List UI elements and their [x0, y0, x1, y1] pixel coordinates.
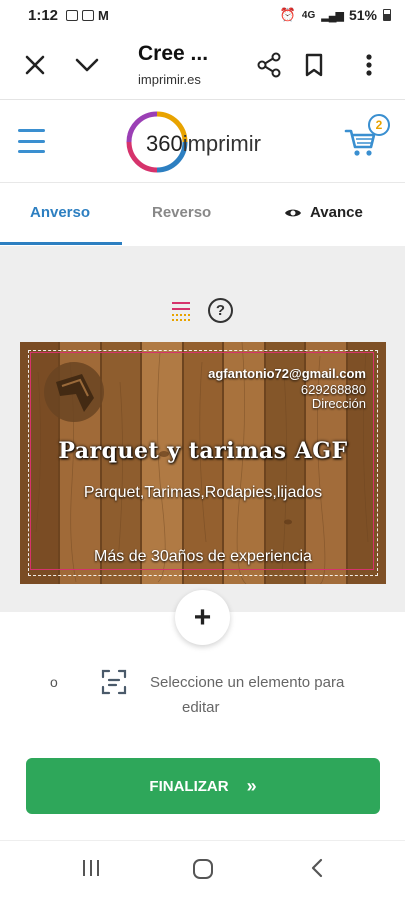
help-button[interactable]: ?: [208, 298, 233, 323]
mail-icon: M: [98, 7, 109, 23]
minimize-button[interactable]: [72, 50, 102, 80]
home-icon: [193, 859, 213, 879]
gallery-icon: [66, 9, 79, 21]
canvas-tools: ?: [170, 298, 233, 323]
tab-front[interactable]: Anverso: [30, 204, 90, 221]
bookmark-icon: [305, 53, 323, 77]
hint-line-1: Seleccione un elemento para: [150, 674, 345, 691]
page-url: imprimir.es: [138, 72, 201, 87]
back-icon: [311, 858, 323, 878]
status-right: ⏰ 4G ▂▄▆ 51%: [280, 7, 391, 23]
guides-icon: [172, 301, 190, 321]
system-navigation-bar: [0, 840, 405, 900]
selection-hint: o Seleccione un elemento para editar: [0, 660, 405, 730]
tab-preview-label: Avance: [310, 204, 363, 221]
alarm-icon: ⏰: [279, 7, 296, 22]
back-button[interactable]: [306, 857, 332, 883]
finalize-button[interactable]: FINALIZAR »: [26, 758, 380, 814]
share-icon: [257, 52, 281, 78]
status-time: 1:12: [28, 6, 59, 24]
menu-button[interactable]: [18, 129, 45, 153]
card-address[interactable]: Dirección: [312, 396, 366, 411]
select-element-icon: [101, 669, 127, 695]
cart-count-badge: 2: [368, 114, 390, 136]
double-chevron-right-icon: »: [246, 775, 257, 796]
active-tab-indicator: [0, 242, 122, 245]
editor-tabs: Anverso Reverso Avance: [0, 184, 405, 246]
signal-icon: ▂▄▆: [321, 9, 344, 22]
calendar-icon: [82, 9, 95, 21]
hint-or: o: [50, 674, 58, 690]
browser-toolbar: Cree ... imprimir.es: [0, 30, 405, 100]
battery-icon: [383, 9, 391, 21]
close-icon: [25, 55, 45, 75]
hint-line-2: editar: [182, 699, 220, 716]
recent-apps-button[interactable]: [80, 857, 106, 883]
recent-apps-icon: [83, 860, 99, 876]
home-button[interactable]: [191, 857, 217, 883]
site-header: 360imprimir: [0, 101, 405, 183]
page-title: Cree ...: [138, 42, 209, 65]
logo-number: 360: [146, 131, 183, 156]
guides-toggle-button[interactable]: [170, 300, 192, 322]
logo-name: imprimir: [182, 131, 261, 156]
status-bar: 1:12 M ⏰ 4G ▂▄▆ 51%: [0, 0, 405, 30]
hint-text: Seleccione un elemento para editar: [150, 670, 380, 720]
bookmark-button[interactable]: [299, 50, 329, 80]
menu-icon-line: [18, 139, 45, 143]
network-type: 4G: [301, 9, 316, 21]
menu-icon-line: [18, 129, 45, 132]
add-element-button[interactable]: +: [175, 590, 230, 645]
tab-preview[interactable]: Avance: [284, 204, 363, 221]
card-email[interactable]: agfantonio72@gmail.com: [208, 366, 366, 381]
card-phone[interactable]: 629268880: [301, 382, 366, 397]
business-card-front[interactable]: agfantonio72@gmail.com 629268880 Direcci…: [20, 342, 386, 584]
more-vertical-icon: [366, 54, 372, 76]
menu-icon-line: [18, 150, 45, 153]
card-experience[interactable]: Más de 30años de experiencia: [20, 548, 386, 566]
card-title[interactable]: Parquet y tarimas AGF: [20, 438, 386, 464]
site-logo[interactable]: 360imprimir: [124, 109, 294, 175]
battery-percent: 51%: [348, 7, 377, 23]
more-options-button[interactable]: [354, 50, 384, 80]
tab-back[interactable]: Reverso: [152, 204, 211, 221]
logo-text: 360imprimir: [146, 131, 261, 157]
finalize-label: FINALIZAR: [149, 777, 229, 795]
notification-icons: M: [66, 8, 109, 23]
eye-icon: [285, 209, 301, 216]
chevron-down-icon: [75, 58, 99, 72]
company-logo-icon[interactable]: [42, 360, 106, 424]
card-subtitle[interactable]: Parquet,Tarimas,Rodapies,lijados: [20, 484, 386, 502]
close-tab-button[interactable]: [20, 50, 50, 80]
share-button[interactable]: [254, 50, 284, 80]
